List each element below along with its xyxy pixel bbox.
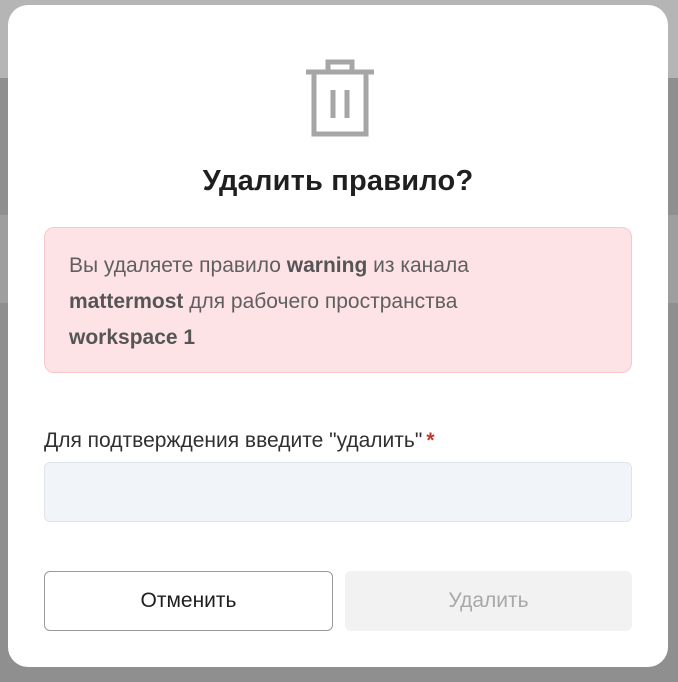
alert-text-part2: из канала <box>367 254 469 277</box>
warning-alert: Вы удаляете правило warning из канала ma… <box>44 227 632 373</box>
alert-rule-name: warning <box>286 254 368 277</box>
required-asterisk: * <box>426 429 435 452</box>
alert-text-part1: Вы удаляете правило <box>69 254 287 277</box>
trash-icon <box>304 58 376 140</box>
dialog-title: Удалить правило? <box>202 165 474 197</box>
alert-workspace-name: workspace 1 <box>69 326 196 349</box>
alert-channel-name: mattermost <box>69 290 184 313</box>
confirm-label-text: Для подтверждения введите "удалить" <box>44 429 423 452</box>
confirm-field-label: Для подтверждения введите "удалить" * <box>44 429 435 453</box>
cancel-button[interactable]: Отменить <box>44 571 333 631</box>
delete-button[interactable]: Удалить <box>345 571 632 631</box>
delete-rule-dialog: Удалить правило? Вы удаляете правило war… <box>8 5 668 667</box>
alert-text-part3: для рабочего пространства <box>183 290 458 313</box>
confirm-input[interactable] <box>44 462 632 522</box>
